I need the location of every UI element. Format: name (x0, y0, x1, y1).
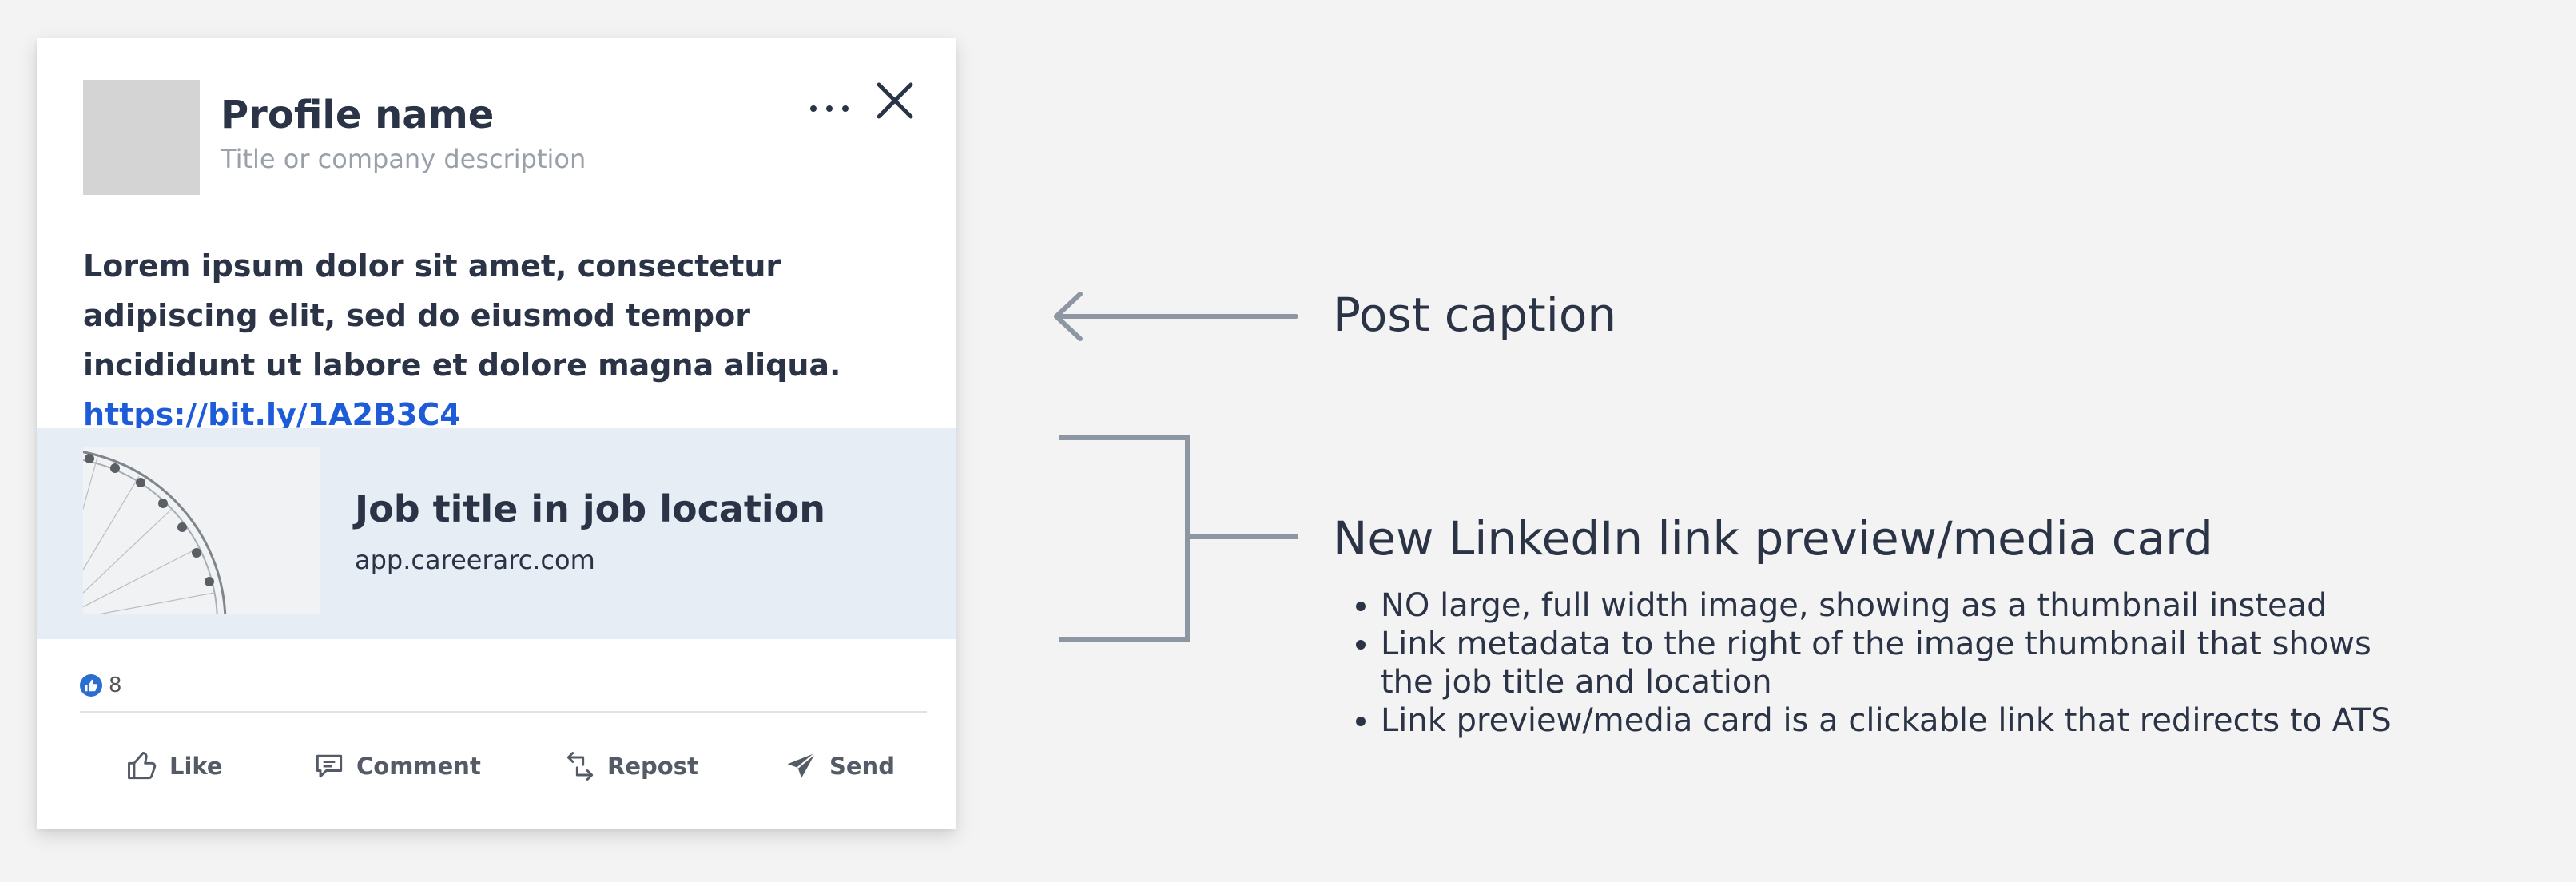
media-card-annotation: New LinkedIn link preview/media card (1333, 511, 2213, 566)
divider (80, 711, 927, 713)
comment-icon (316, 754, 343, 778)
preview-domain: app.careerarc.com (355, 545, 595, 575)
comment-button[interactable]: Comment (312, 738, 481, 794)
like-label: Like (169, 753, 223, 780)
action-bar: Like Comment Repost Send (37, 738, 956, 794)
caption-arrow (1054, 292, 1298, 341)
preview-thumbnail (83, 447, 320, 614)
more-options-icon[interactable] (805, 94, 853, 123)
like-reaction-icon (80, 674, 102, 697)
annotation-bullet: NO large, full width image, showing as a… (1381, 586, 2419, 625)
thumbs-up-icon (128, 752, 157, 780)
close-icon[interactable] (873, 78, 917, 123)
reactions-summary[interactable]: 8 (80, 671, 122, 700)
send-icon (787, 752, 817, 778)
caption-link[interactable]: https://bit.ly/1A2B3C4 (83, 397, 461, 432)
caption-text: Lorem ipsum dolor sit amet, consectetur … (83, 248, 841, 383)
repost-label: Repost (607, 753, 698, 780)
repost-button[interactable]: Repost (563, 738, 698, 794)
post-caption: Lorem ipsum dolor sit amet, consectetur … (83, 241, 914, 439)
annotation-bullet: Link metadata to the right of the image … (1381, 625, 2419, 701)
profile-name[interactable]: Profile name (221, 93, 494, 137)
avatar[interactable] (83, 80, 200, 195)
post-caption-annotation: Post caption (1333, 288, 1617, 342)
send-label: Send (829, 753, 895, 780)
post-card: Profile name Title or company descriptio… (37, 38, 956, 829)
annotation-bullets: NO large, full width image, showing as a… (1333, 586, 2419, 740)
preview-job-title: Job title in job location (355, 487, 826, 530)
ferris-wheel-image (83, 447, 320, 614)
reaction-count: 8 (109, 673, 122, 697)
send-button[interactable]: Send (785, 738, 895, 794)
link-preview-card[interactable]: Job title in job location app.careerarc.… (37, 428, 956, 639)
like-button[interactable]: Like (125, 738, 223, 794)
profile-description: Title or company description (221, 144, 586, 174)
repost-icon (566, 752, 594, 781)
card-bracket (1059, 435, 1298, 642)
annotation-bullet: Link preview/media card is a clickable l… (1381, 701, 2419, 740)
comment-label: Comment (356, 753, 481, 780)
